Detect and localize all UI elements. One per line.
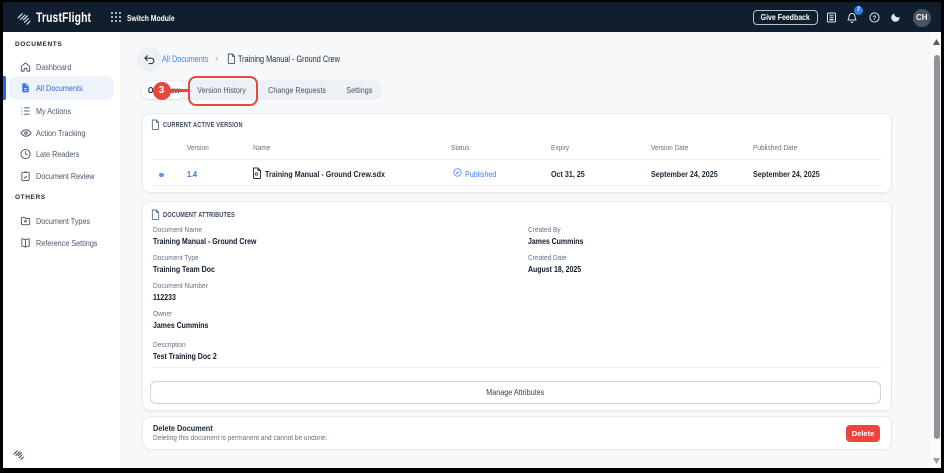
svg-text:?: ?	[873, 15, 877, 22]
